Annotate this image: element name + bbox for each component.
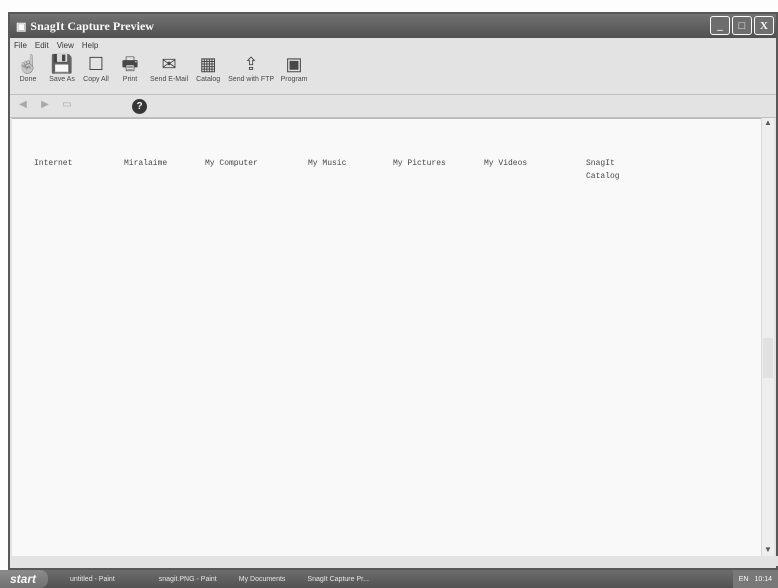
toolbar: ☝ Done 💾 Save As ☐ Copy All 🖶 Print ✉ Se…	[10, 52, 776, 95]
taskbar: start untitled - Paint snagit.PNG - Pain…	[0, 570, 778, 588]
desktop-icon-my-videos: My Videos	[484, 159, 528, 168]
menu-edit[interactable]: Edit	[35, 41, 49, 50]
email-icon: ✉	[161, 54, 177, 74]
menu-file[interactable]: File	[14, 41, 27, 50]
copy-all-button[interactable]: ☐ Copy All	[82, 52, 110, 83]
scroll-down-icon[interactable]: ▼	[762, 545, 774, 554]
desktop-icon-my-music: My Music	[308, 159, 347, 168]
save-as-label: Save As	[49, 76, 75, 83]
back-icon[interactable]: ◀	[16, 99, 30, 113]
close-button[interactable]: X	[754, 16, 774, 35]
system-tray: EN 10:14	[732, 570, 778, 588]
desktop-icon-my-pictures: My Pictures	[393, 159, 446, 168]
scroll-up-icon[interactable]: ▲	[762, 118, 774, 127]
save-as-button[interactable]: 💾 Save As	[48, 52, 76, 83]
clock: 10:14	[754, 575, 772, 583]
minimize-button[interactable]: _	[710, 16, 730, 35]
done-button[interactable]: ☝ Done	[14, 52, 42, 83]
task-snagit-preview[interactable]: SnagIt Capture Pr...	[307, 576, 368, 583]
print-label: Print	[122, 76, 138, 83]
done-icon: ☝	[16, 54, 40, 74]
status-bar	[12, 556, 778, 566]
catalog-icon: ▦	[199, 54, 217, 74]
language-indicator[interactable]: EN	[739, 576, 749, 583]
desktop-icon-snagit-catalog: SnagIt Catalog	[586, 159, 620, 181]
snagit-window: ▣ SnagIt Capture Preview _ □ X File Edit…	[8, 12, 778, 570]
secondary-toolbar: ◀ ▶ ▭ ?	[10, 95, 776, 118]
task-my-documents[interactable]: My Documents	[239, 576, 286, 583]
help-icon[interactable]: ?	[132, 98, 147, 114]
menu-help[interactable]: Help	[82, 41, 98, 50]
capture-canvas[interactable]: Internet Miralaime My Computer My Music …	[12, 118, 764, 559]
window-title: SnagIt Capture Preview	[30, 18, 154, 33]
scroll-thumb[interactable]	[763, 338, 773, 378]
start-button[interactable]: start	[0, 570, 49, 588]
desktop-icon-miralaime: Miralaime	[124, 159, 168, 168]
send-email-label: Send E-Mail	[150, 76, 189, 83]
copy-icon: ☐	[87, 54, 105, 74]
print-button[interactable]: 🖶 Print	[116, 52, 144, 83]
maximize-button[interactable]: □	[732, 16, 752, 35]
desktop-icon-my-computer: My Computer	[205, 159, 258, 168]
program-label: Program	[280, 76, 308, 83]
forward-icon[interactable]: ▶	[38, 99, 52, 113]
catalog-button[interactable]: ▦ Catalog	[194, 52, 222, 83]
vertical-scrollbar[interactable]: ▲ ▼	[761, 118, 774, 558]
menu-view[interactable]: View	[57, 41, 74, 50]
catalog-label: Catalog	[196, 76, 221, 83]
send-ftp-button[interactable]: ⇪ Send with FTP	[228, 52, 274, 83]
page-icon[interactable]: ▭	[60, 99, 74, 113]
app-icon: ▣	[16, 20, 27, 33]
title-bar[interactable]: ▣ SnagIt Capture Preview _ □ X	[10, 14, 776, 38]
program-button[interactable]: ▣ Program	[280, 52, 308, 83]
save-icon: 💾	[50, 54, 74, 74]
task-paint-untitled[interactable]: untitled - Paint	[70, 576, 115, 583]
task-paint-snagit[interactable]: snagit.PNG - Paint	[159, 576, 217, 583]
copy-all-label: Copy All	[83, 76, 109, 83]
desktop-icon-internet: Internet	[34, 159, 73, 168]
send-ftp-label: Send with FTP	[228, 76, 275, 83]
ftp-icon: ⇪	[243, 54, 259, 74]
printer-icon: 🖶	[121, 54, 139, 74]
send-email-button[interactable]: ✉ Send E-Mail	[150, 52, 188, 83]
program-icon: ▣	[285, 54, 303, 74]
menu-bar: File Edit View Help	[10, 38, 776, 52]
done-label: Done	[19, 76, 37, 83]
